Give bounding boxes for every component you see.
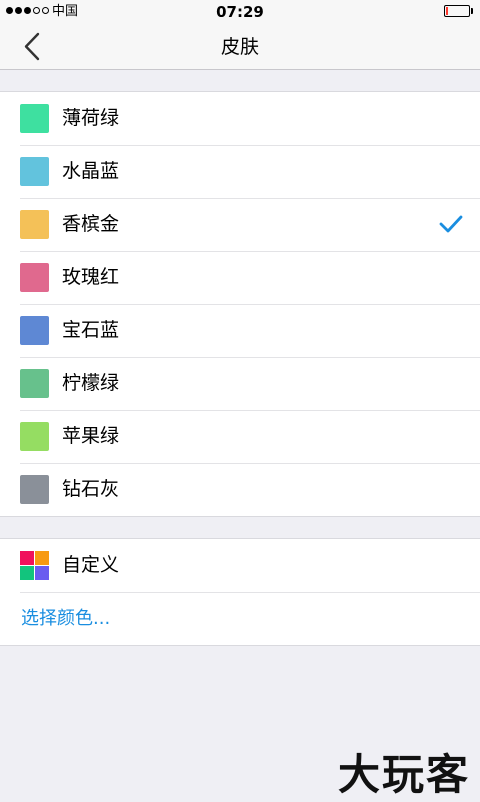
skin-label: 水晶蓝 <box>62 160 120 182</box>
palette-cell <box>20 566 34 580</box>
color-swatch <box>20 422 49 451</box>
page-title: 皮肤 <box>220 36 259 58</box>
navigation-bar: 皮肤 <box>0 24 480 70</box>
skin-item[interactable]: 钻石灰 <box>0 463 480 516</box>
choose-color-link[interactable]: 选择颜色... <box>21 605 110 632</box>
skin-list: 薄荷绿水晶蓝香槟金玫瑰红宝石蓝柠檬绿苹果绿钻石灰 <box>0 91 480 517</box>
skin-item[interactable]: 香槟金 <box>0 198 480 251</box>
skin-label: 薄荷绿 <box>62 107 120 129</box>
skin-label: 苹果绿 <box>62 425 120 447</box>
skin-label: 香槟金 <box>62 213 120 235</box>
battery-icon <box>444 5 470 17</box>
color-swatch <box>20 475 49 504</box>
skin-item[interactable]: 柠檬绿 <box>0 357 480 410</box>
skin-label: 钻石灰 <box>62 478 120 500</box>
skin-item[interactable]: 薄荷绿 <box>0 92 480 145</box>
palette-cell <box>35 566 49 580</box>
color-swatch <box>20 104 49 133</box>
status-bar: 中国 07:29 <box>0 0 480 24</box>
color-swatch <box>20 263 49 292</box>
custom-skin-item[interactable]: 自定义 <box>0 539 480 592</box>
color-swatch <box>20 210 49 239</box>
color-swatch <box>20 157 49 186</box>
choose-color-item[interactable]: 选择颜色... <box>0 592 480 645</box>
skin-item[interactable]: 玫瑰红 <box>0 251 480 304</box>
skin-item[interactable]: 苹果绿 <box>0 410 480 463</box>
battery-tip <box>471 8 473 14</box>
skin-label: 玫瑰红 <box>62 266 120 288</box>
checkmark-icon <box>439 215 463 233</box>
watermark-logo: 大玩客 <box>337 749 470 799</box>
palette-cell <box>35 551 49 565</box>
skin-label: 柠檬绿 <box>62 372 120 394</box>
skin-item[interactable]: 水晶蓝 <box>0 145 480 198</box>
skin-label: 宝石蓝 <box>62 319 120 341</box>
palette-cell <box>20 551 34 565</box>
battery-level <box>446 7 448 15</box>
skin-item[interactable]: 宝石蓝 <box>0 304 480 357</box>
custom-skin-section: 自定义 选择颜色... <box>0 538 480 646</box>
color-swatch <box>20 369 49 398</box>
color-swatch <box>20 316 49 345</box>
custom-skin-label: 自定义 <box>62 554 120 576</box>
multicolor-palette-icon <box>20 551 49 580</box>
status-time: 07:29 <box>216 3 264 21</box>
